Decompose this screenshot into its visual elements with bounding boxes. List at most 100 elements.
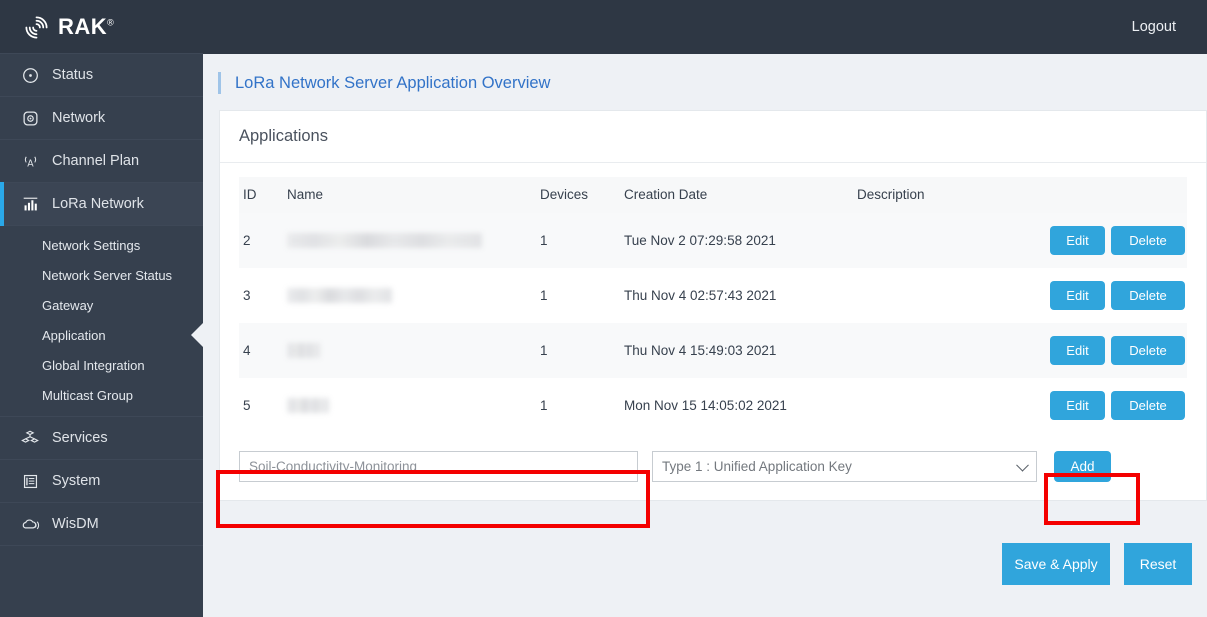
cell-id: 2 — [239, 213, 287, 268]
sidebar-subitem-label: Gateway — [42, 297, 94, 313]
cell-actions: Edit Delete — [1017, 378, 1187, 433]
cloud-signal-icon — [20, 514, 40, 534]
sidebar-subitem-multicast-group[interactable]: Multicast Group — [0, 380, 203, 410]
cell-devices: 1 — [540, 288, 548, 303]
cell-actions: Edit Delete — [1017, 213, 1187, 268]
table-header: ID Name Devices Creation Date Descriptio… — [239, 177, 1187, 213]
delete-button[interactable]: Delete — [1111, 226, 1185, 255]
sidebar-subitem-network-server-status[interactable]: Network Server Status — [0, 260, 203, 290]
column-header-actions — [1017, 177, 1187, 213]
compass-icon — [20, 65, 40, 85]
sidebar-item-network[interactable]: Network — [0, 96, 203, 140]
delete-button[interactable]: Delete — [1111, 336, 1185, 365]
redacted-name — [287, 288, 392, 303]
save-and-apply-button[interactable]: Save & Apply — [1002, 543, 1110, 585]
sidebar-item-label: WisDM — [52, 516, 99, 532]
cell-id: 5 — [243, 398, 251, 413]
sidebar-subitem-global-integration[interactable]: Global Integration — [0, 350, 203, 380]
bar-chart-icon — [20, 194, 40, 214]
table-body: 2 1 Tue Nov 2 07:29:58 2021 Edit Delete 3… — [239, 213, 1187, 433]
application-key-type-select[interactable]: Type 1 : Unified Application Key — [652, 451, 1037, 482]
cell-actions: Edit Delete — [1017, 323, 1187, 378]
cell-id: 3 — [243, 288, 251, 303]
sidebar-item-system[interactable]: System — [0, 459, 203, 503]
sidebar-item-lora-network[interactable]: LoRa Network — [0, 182, 203, 226]
cell-description — [857, 378, 1017, 433]
sidebar-item-label: Status — [52, 67, 94, 83]
column-header-description: Description — [857, 177, 1017, 213]
table-row: 2 1 Tue Nov 2 07:29:58 2021 Edit Delete — [239, 213, 1187, 268]
cell-creation-date: Thu Nov 4 02:57:43 2021 — [624, 288, 777, 303]
cell-description — [857, 323, 1017, 378]
cell-creation-date: Thu Nov 4 15:49:03 2021 — [624, 323, 857, 378]
edit-button[interactable]: Edit — [1050, 336, 1105, 365]
cell-name — [287, 268, 540, 323]
main-content: Logout LoRa Network Server Application O… — [203, 0, 1207, 617]
cell-actions: Edit Delete — [1017, 268, 1187, 323]
svg-text:A: A — [27, 158, 34, 169]
logout-button[interactable]: Logout — [1132, 19, 1176, 35]
table-header-row: ID Name Devices Creation Date Descriptio… — [239, 177, 1187, 213]
redacted-name — [287, 398, 329, 413]
cell-creation-date: Tue Nov 2 07:29:58 2021 — [624, 213, 857, 268]
title-accent-bar — [218, 72, 221, 94]
sidebar-item-status[interactable]: Status — [0, 53, 203, 97]
cell-name — [287, 213, 540, 268]
sidebar-item-label: Services — [52, 430, 108, 446]
redacted-name — [287, 233, 482, 248]
cubes-icon — [20, 428, 40, 448]
table-row: 4 1 Thu Nov 4 15:49:03 2021 Edit Delete — [239, 323, 1187, 378]
sidebar-item-channel-plan[interactable]: A Channel Plan — [0, 139, 203, 183]
sidebar-item-label: Channel Plan — [52, 153, 140, 169]
chevron-down-icon — [1016, 458, 1029, 472]
column-header-devices: Devices — [540, 177, 624, 213]
registered-mark: ® — [107, 17, 115, 28]
list-panel-icon — [20, 471, 40, 491]
brand-name: RAK® — [58, 14, 115, 39]
form-action-buttons: Save & Apply Reset — [219, 543, 1207, 585]
add-application-row: Type 1 : Unified Application Key Add — [220, 433, 1206, 500]
sidebar: RAK® Status Network A Channel Plan LoRa … — [0, 0, 203, 617]
sidebar-item-label: LoRa Network — [52, 196, 144, 212]
cell-devices: 1 — [540, 323, 624, 378]
sidebar-item-label: System — [52, 473, 101, 489]
sidebar-item-services[interactable]: Services — [0, 416, 203, 460]
sidebar-subitem-label: Network Settings — [42, 237, 141, 253]
cell-creation-date: Mon Nov 15 14:05:02 2021 — [624, 398, 787, 413]
applications-card: Applications ID Name Devices Creation Da… — [219, 110, 1207, 501]
application-key-type-value: Type 1 : Unified Application Key — [662, 459, 852, 474]
page-title-row: LoRa Network Server Application Overview — [203, 54, 1207, 112]
sidebar-item-wisdm[interactable]: WisDM — [0, 502, 203, 546]
rak-spiral-logo-icon — [23, 14, 50, 41]
cell-description — [857, 213, 1017, 268]
edit-button[interactable]: Edit — [1050, 391, 1105, 420]
cell-name — [287, 378, 540, 433]
cell-description — [857, 268, 1017, 323]
edit-button[interactable]: Edit — [1050, 281, 1105, 310]
redacted-name — [287, 343, 320, 358]
top-bar: Logout — [203, 0, 1207, 54]
reset-button[interactable]: Reset — [1124, 543, 1192, 585]
page-title: LoRa Network Server Application Overview — [235, 73, 551, 92]
sidebar-subitem-label: Global Integration — [42, 357, 145, 373]
column-header-id: ID — [239, 177, 287, 213]
sidebar-item-label: Network — [52, 110, 106, 126]
cell-name — [287, 323, 540, 378]
edit-button[interactable]: Edit — [1050, 226, 1105, 255]
application-name-input[interactable] — [239, 451, 638, 482]
cell-devices: 1 — [540, 213, 624, 268]
applications-table-wrap: ID Name Devices Creation Date Descriptio… — [220, 163, 1206, 433]
cell-devices: 1 — [540, 398, 548, 413]
sidebar-subitem-application[interactable]: Application — [0, 320, 203, 350]
add-button[interactable]: Add — [1054, 451, 1111, 482]
cell-id: 4 — [239, 323, 287, 378]
antenna-icon: A — [20, 151, 40, 171]
delete-button[interactable]: Delete — [1111, 391, 1185, 420]
card-heading: Applications — [220, 111, 1206, 163]
sidebar-subitem-gateway[interactable]: Gateway — [0, 290, 203, 320]
brand-header: RAK® — [0, 0, 203, 54]
sidebar-subitem-network-settings[interactable]: Network Settings — [0, 230, 203, 260]
column-header-name: Name — [287, 177, 540, 213]
sidebar-subitem-label: Multicast Group — [42, 387, 134, 403]
delete-button[interactable]: Delete — [1111, 281, 1185, 310]
